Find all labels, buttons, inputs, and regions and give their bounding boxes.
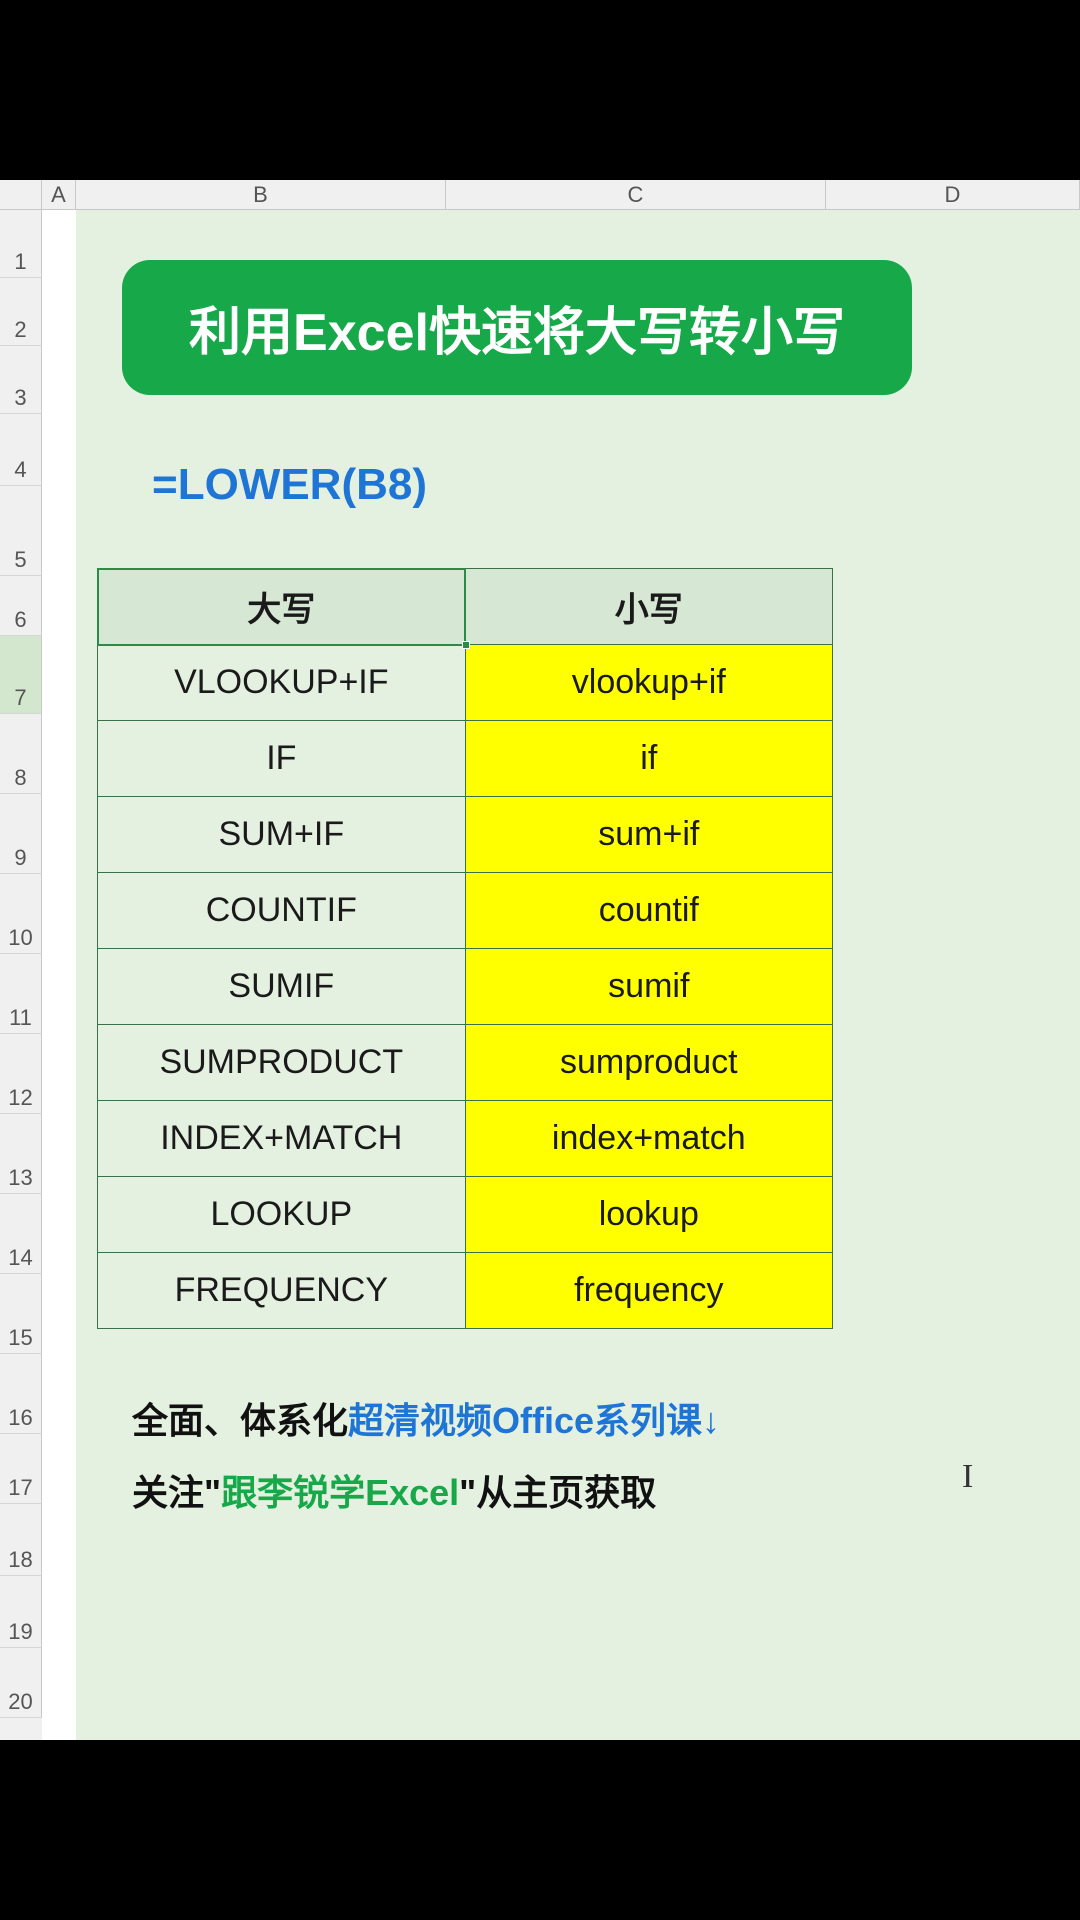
table-row: COUNTIFcountif	[98, 873, 833, 949]
row-header-20[interactable]: 20	[0, 1648, 42, 1718]
cell-lower[interactable]: countif	[465, 873, 832, 949]
worksheet-body[interactable]: 利用Excel快速将大写转小写 =LOWER(B8) 大写 小写 VLOOKUP…	[42, 210, 1080, 1740]
table-row: IFif	[98, 721, 833, 797]
table-row: FREQUENCYfrequency	[98, 1253, 833, 1329]
row-header-6[interactable]: 6	[0, 576, 42, 636]
selection-handle-icon[interactable]	[462, 641, 470, 649]
column-header-c[interactable]: C	[446, 180, 826, 209]
row-header-19[interactable]: 19	[0, 1576, 42, 1648]
row-header-11[interactable]: 11	[0, 954, 42, 1034]
row-header-17[interactable]: 17	[0, 1434, 42, 1504]
formula-text: =LOWER(B8)	[152, 460, 427, 510]
cell-upper[interactable]: COUNTIF	[98, 873, 466, 949]
row-headers: 1234567891011121314151617181920	[0, 210, 42, 1740]
cell-lower[interactable]: frequency	[465, 1253, 832, 1329]
row-header-9[interactable]: 9	[0, 794, 42, 874]
footer-line1-b: 超清视频Office系列课↓	[348, 1400, 720, 1441]
text-cursor-icon: I	[962, 1458, 973, 1496]
column-header-d[interactable]: D	[826, 180, 1080, 209]
footer-line1-a: 全面、体系化	[132, 1400, 348, 1441]
cell-lower[interactable]: index+match	[465, 1101, 832, 1177]
footer-line2-c: "从主页获取	[459, 1472, 656, 1513]
footer-line2-b: 跟李锐学Excel	[221, 1472, 459, 1513]
upper-lower-table: 大写 小写 VLOOKUP+IFvlookup+ifIFifSUM+IFsum+…	[97, 568, 833, 1329]
cell-lower[interactable]: lookup	[465, 1177, 832, 1253]
footer-line2-a: 关注"	[132, 1472, 221, 1513]
title-badge: 利用Excel快速将大写转小写	[122, 260, 912, 395]
row-header-10[interactable]: 10	[0, 874, 42, 954]
column-headers-row: A B C D	[0, 180, 1080, 210]
row-header-5[interactable]: 5	[0, 486, 42, 576]
table-row: LOOKUPlookup	[98, 1177, 833, 1253]
cell-upper[interactable]: SUMPRODUCT	[98, 1025, 466, 1101]
row-header-8[interactable]: 8	[0, 714, 42, 794]
footer-text: 全面、体系化超清视频Office系列课↓ 关注"跟李锐学Excel"从主页获取	[132, 1385, 720, 1529]
row-header-18[interactable]: 18	[0, 1504, 42, 1576]
cell-lower[interactable]: vlookup+if	[465, 645, 832, 721]
cell-upper[interactable]: SUMIF	[98, 949, 466, 1025]
row-header-16[interactable]: 16	[0, 1354, 42, 1434]
row-header-7[interactable]: 7	[0, 636, 42, 714]
letterbox-top	[0, 0, 1080, 180]
column-a-blank[interactable]	[42, 210, 76, 1740]
excel-sheet-viewport: A B C D 1234567891011121314151617181920 …	[0, 180, 1080, 1740]
row-header-4[interactable]: 4	[0, 414, 42, 486]
row-header-3[interactable]: 3	[0, 346, 42, 414]
cell-upper[interactable]: IF	[98, 721, 466, 797]
header-upper[interactable]: 大写	[98, 569, 466, 645]
letterbox-bottom	[0, 1740, 1080, 1920]
cell-upper[interactable]: INDEX+MATCH	[98, 1101, 466, 1177]
grid-area: 1234567891011121314151617181920 利用Excel快…	[0, 210, 1080, 1740]
table-row: SUMIFsumif	[98, 949, 833, 1025]
cell-lower[interactable]: sumif	[465, 949, 832, 1025]
cell-lower[interactable]: sum+if	[465, 797, 832, 873]
cell-upper[interactable]: VLOOKUP+IF	[98, 645, 466, 721]
header-lower[interactable]: 小写	[465, 569, 832, 645]
table-row: VLOOKUP+IFvlookup+if	[98, 645, 833, 721]
cell-lower[interactable]: if	[465, 721, 832, 797]
table-row: SUM+IFsum+if	[98, 797, 833, 873]
select-all-corner[interactable]	[0, 180, 42, 209]
row-header-15[interactable]: 15	[0, 1274, 42, 1354]
row-header-1[interactable]: 1	[0, 210, 42, 278]
row-header-13[interactable]: 13	[0, 1114, 42, 1194]
cell-lower[interactable]: sumproduct	[465, 1025, 832, 1101]
table-row: INDEX+MATCHindex+match	[98, 1101, 833, 1177]
row-header-2[interactable]: 2	[0, 278, 42, 346]
row-header-12[interactable]: 12	[0, 1034, 42, 1114]
cell-upper[interactable]: LOOKUP	[98, 1177, 466, 1253]
column-header-a[interactable]: A	[42, 180, 76, 209]
cell-upper[interactable]: SUM+IF	[98, 797, 466, 873]
column-header-b[interactable]: B	[76, 180, 446, 209]
table-header-row: 大写 小写	[98, 569, 833, 645]
cell-upper[interactable]: FREQUENCY	[98, 1253, 466, 1329]
table-row: SUMPRODUCTsumproduct	[98, 1025, 833, 1101]
row-header-14[interactable]: 14	[0, 1194, 42, 1274]
